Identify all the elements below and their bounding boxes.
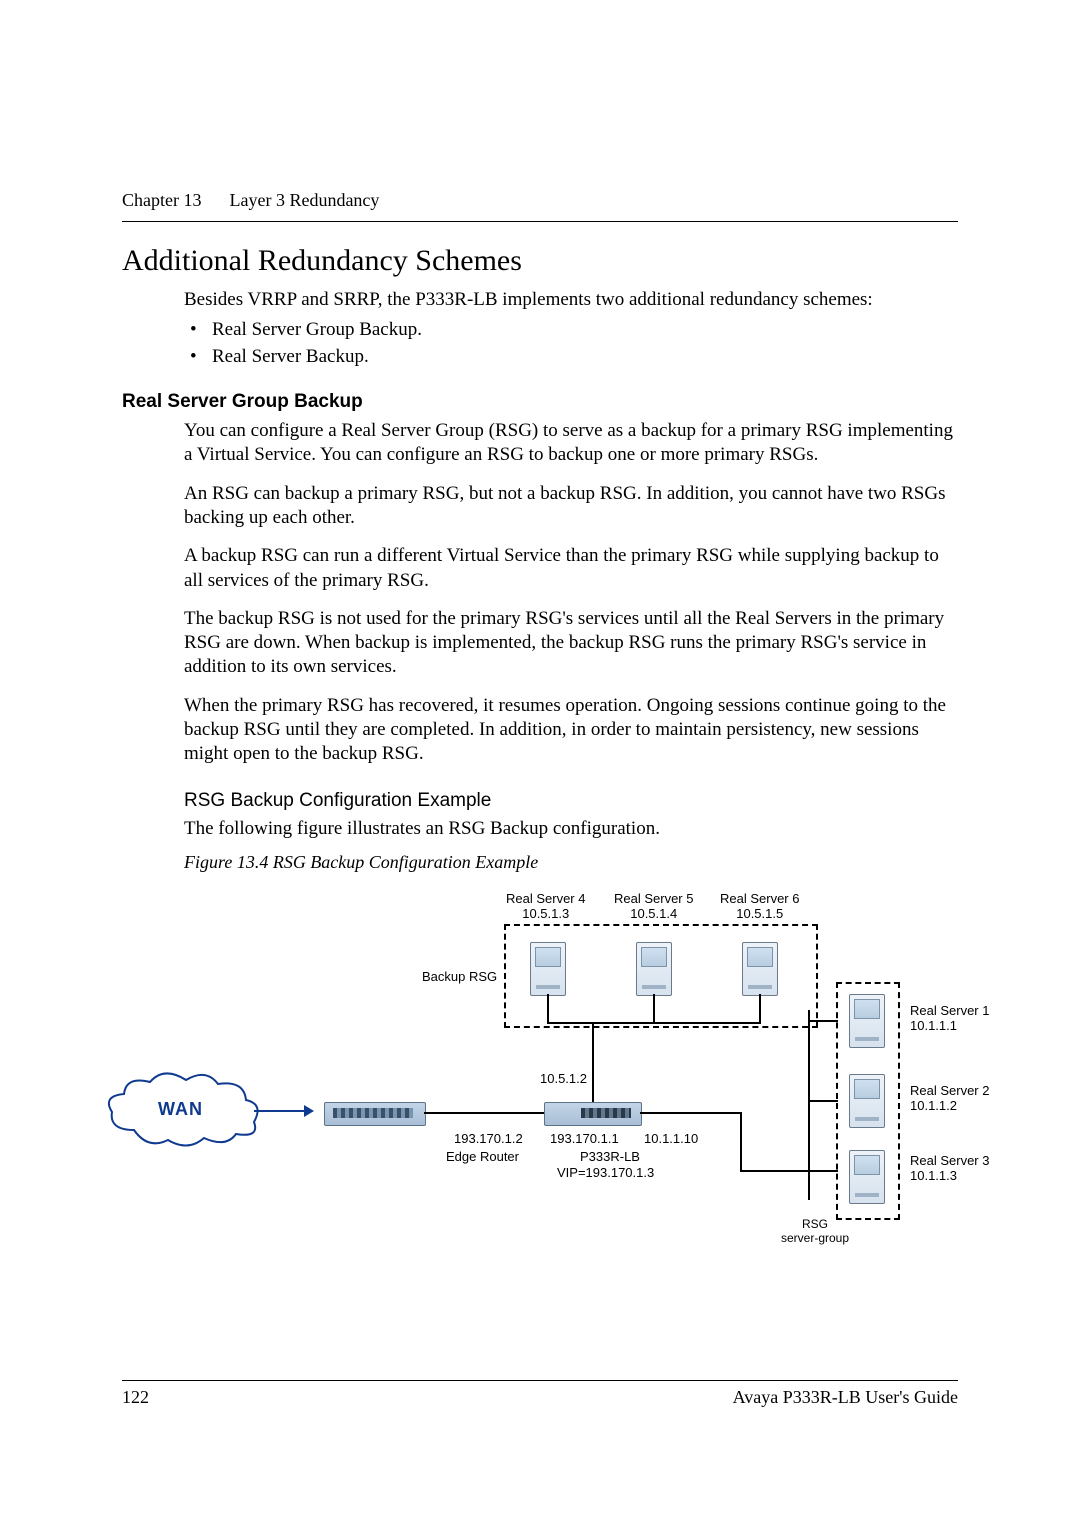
list-item: Real Server Group Backup. [184,318,958,342]
server-icon [742,942,778,996]
page-number: 122 [122,1387,149,1408]
footer-rule [122,1380,958,1381]
subsection-heading: Real Server Group Backup [122,391,958,413]
server-icon [849,1074,885,1128]
server-icon [849,1150,885,1204]
list-item: Real Server Backup. [184,345,958,369]
link-line [640,1112,740,1114]
example-heading: RSG Backup Configuration Example [184,789,958,813]
body: Besides VRRP and SRRP, the P333R-LB impl… [184,288,958,369]
chapter-title: Layer 3 Redundancy [229,190,379,211]
link-line [424,1112,544,1114]
para: A backup RSG can run a different Virtual… [184,544,958,593]
body: You can configure a Real Server Group (R… [184,419,958,1262]
link-line [808,1170,838,1172]
chapter-label: Chapter 13 [122,190,201,211]
link-line [740,1112,742,1172]
lb-ip-left: 193.170.1.1 [550,1132,619,1146]
lb-label: P333R-LB [580,1150,640,1164]
header-rule [122,221,958,222]
server-label: Real Server 4 10.5.1.3 [506,892,585,921]
server-label: Real Server 1 10.1.1.1 [910,1004,989,1033]
rsg-label: RSG server-group [760,1218,870,1244]
backup-rsg-label: Backup RSG [422,970,497,984]
section-heading: Additional Redundancy Schemes [122,244,958,278]
para: The following figure illustrates an RSG … [184,817,958,841]
link-line [759,994,761,1024]
server-icon [849,994,885,1048]
intro-para: Besides VRRP and SRRP, the P333R-LB impl… [184,288,958,312]
wan-label: WAN [158,1098,203,1121]
figure-diagram: Real Server 4 10.5.1.3 Real Server 5 10.… [184,892,1020,1262]
link-line [808,1100,838,1102]
scheme-list: Real Server Group Backup. Real Server Ba… [184,318,958,369]
link-line [547,994,549,1024]
edge-router-label: Edge Router [446,1150,519,1164]
page: Chapter 13 Layer 3 Redundancy Additional… [0,0,1080,1528]
lb-ip-right: 10.1.1.10 [644,1132,698,1146]
server-label: Real Server 3 10.1.1.3 [910,1154,989,1183]
link-line [592,1024,594,1102]
link-line [653,994,655,1024]
wan-cloud: WAN [104,1070,264,1155]
para: An RSG can backup a primary RSG, but not… [184,482,958,531]
server-label: Real Server 6 10.5.1.5 [720,892,799,921]
link-line [808,1020,838,1022]
server-label: Real Server 2 10.1.1.2 [910,1084,989,1113]
server-icon [636,942,672,996]
para: You can configure a Real Server Group (R… [184,419,958,468]
router-icon [324,1102,426,1126]
figure-caption: Figure 13.4 RSG Backup Configuration Exa… [184,851,958,874]
server-label: Real Server 5 10.5.1.4 [614,892,693,921]
guide-title: Avaya P333R-LB User's Guide [733,1387,958,1408]
lb-icon [544,1102,642,1126]
para: The backup RSG is not used for the prima… [184,607,958,680]
footer: 122 Avaya P333R-LB User's Guide [122,1380,958,1408]
running-head: Chapter 13 Layer 3 Redundancy [122,190,958,211]
lb-vip: VIP=193.170.1.3 [557,1166,654,1180]
link-line [740,1170,810,1172]
uplink-ip: 10.5.1.2 [540,1072,587,1086]
para: When the primary RSG has recovered, it r… [184,694,958,767]
server-icon [530,942,566,996]
edge-router-ip: 193.170.1.2 [454,1132,523,1146]
